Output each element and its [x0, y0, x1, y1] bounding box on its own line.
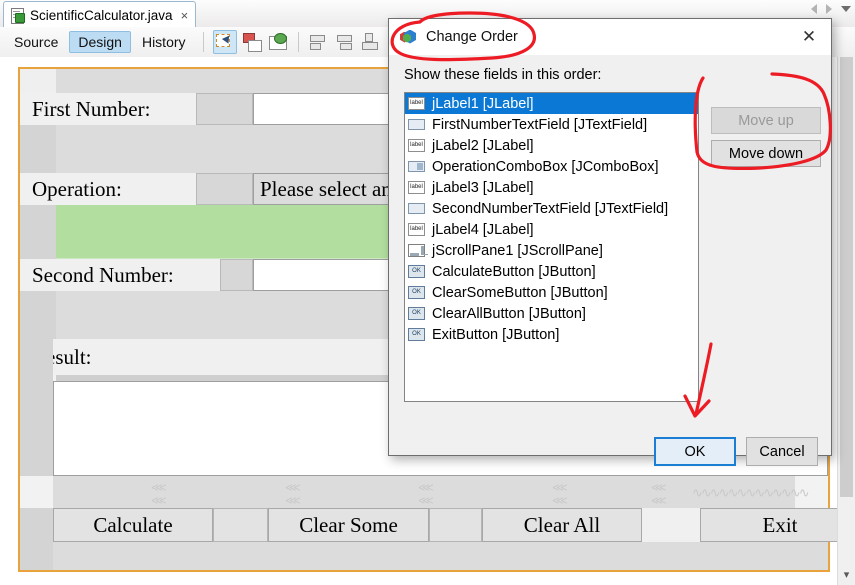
- list-item-label: jLabel4 [JLabel]: [432, 221, 534, 238]
- list-item[interactable]: OK CalculateButton [JButton]: [405, 261, 698, 282]
- list-item[interactable]: OperationComboBox [JComboBox]: [405, 156, 698, 177]
- button-gap-3: [642, 508, 700, 542]
- spring-glyph-1: ⋘ ⋘: [151, 482, 167, 507]
- spring-glyph-3: ⋘ ⋘: [418, 482, 434, 507]
- list-item-label: jLabel2 [JLabel]: [432, 137, 534, 154]
- align-left-icon[interactable]: [308, 31, 330, 53]
- connection-mode-icon[interactable]: [241, 31, 263, 53]
- list-item[interactable]: label jLabel2 [JLabel]: [405, 135, 698, 156]
- list-item-label: ClearSomeButton [JButton]: [432, 284, 608, 301]
- design-vertical-scrollbar[interactable]: ▾: [837, 57, 855, 585]
- jlabel-icon: label: [408, 222, 425, 237]
- list-item-label: jLabel3 [JLabel]: [432, 179, 534, 196]
- clear-all-button[interactable]: Clear All: [482, 508, 642, 542]
- jcombobox-icon: [408, 160, 425, 174]
- list-item[interactable]: FirstNumberTextField [JTextField]: [405, 114, 698, 135]
- list-item[interactable]: OK ClearSomeButton [JButton]: [405, 282, 698, 303]
- list-item-label: FirstNumberTextField [JTextField]: [432, 116, 648, 133]
- close-icon[interactable]: ✕: [787, 19, 831, 55]
- list-item[interactable]: OK ExitButton [JButton]: [405, 324, 698, 345]
- spring-glyph-5: ⋘ ⋘: [651, 482, 667, 507]
- jlabel-icon: label: [408, 138, 425, 153]
- netbeans-cube-icon: [400, 29, 417, 46]
- list-item[interactable]: label jLabel1 [JLabel]: [405, 93, 698, 114]
- list-item-label: jLabel1 [JLabel]: [432, 95, 534, 112]
- list-item-label: SecondNumberTextField [JTextField]: [432, 200, 669, 217]
- list-item-label: ClearAllButton [JButton]: [432, 305, 586, 322]
- jlabel-icon: label: [408, 96, 425, 111]
- button-gap-1: [213, 508, 268, 542]
- list-item[interactable]: jScrollPane1 [JScrollPane]: [405, 240, 698, 261]
- cancel-button[interactable]: Cancel: [746, 437, 818, 466]
- gap-cell-2: [196, 173, 253, 205]
- left-gutter-2: [20, 205, 56, 259]
- list-item[interactable]: OK ClearAllButton [JButton]: [405, 303, 698, 324]
- selection-mode-icon[interactable]: [212, 30, 237, 54]
- tab-design[interactable]: Design: [69, 31, 131, 53]
- close-icon[interactable]: ×: [181, 9, 189, 22]
- spring-glyph-4: ⋘ ⋘: [552, 482, 568, 507]
- left-gutter-5: [20, 508, 53, 570]
- scrollbar-thumb[interactable]: [840, 57, 853, 497]
- file-tab-label: ScientificCalculator.java: [30, 7, 173, 23]
- field-order-list[interactable]: label jLabel1 [JLabel] FirstNumberTextFi…: [404, 92, 699, 402]
- list-item-label: CalculateButton [JButton]: [432, 263, 596, 280]
- file-tab-scientificcalculator[interactable]: ScientificCalculator.java ×: [3, 1, 197, 28]
- dialog-prompt: Show these fields in this order:: [404, 67, 602, 83]
- exit-button[interactable]: Exit: [700, 508, 855, 542]
- left-gutter-1: [20, 125, 56, 173]
- label-first-number[interactable]: First Number:: [20, 93, 196, 125]
- scroll-right-arrow-icon[interactable]: [826, 4, 832, 14]
- dialog-title: Change Order: [426, 29, 518, 45]
- tab-history[interactable]: History: [133, 31, 195, 53]
- clear-some-button[interactable]: Clear Some: [268, 508, 429, 542]
- ok-button[interactable]: OK: [654, 437, 736, 466]
- spring-glyph-2: ⋘ ⋘: [285, 482, 301, 507]
- jbutton-icon: OK: [408, 327, 425, 342]
- gap-cell-3: [220, 259, 253, 291]
- move-down-button[interactable]: Move down: [711, 140, 821, 167]
- tab-list-dropdown-icon[interactable]: [841, 6, 851, 12]
- list-item[interactable]: label jLabel3 [JLabel]: [405, 177, 698, 198]
- jbutton-icon: OK: [408, 285, 425, 300]
- scroll-down-arrow-icon[interactable]: ▾: [838, 566, 855, 583]
- list-item-label: ExitButton [JButton]: [432, 326, 560, 343]
- dialog-body: Show these fields in this order: label j…: [389, 55, 831, 466]
- spacer-bottom: [53, 542, 828, 570]
- corner-cell: [20, 69, 56, 93]
- jbutton-icon: OK: [408, 306, 425, 321]
- toolbar-separator: [202, 32, 204, 52]
- list-item-label: jScrollPane1 [JScrollPane]: [432, 242, 603, 259]
- toolbar-separator-2: [297, 32, 299, 52]
- tab-nav-controls: [811, 4, 851, 14]
- jbutton-icon: OK: [408, 264, 425, 279]
- jlabel-icon: label: [408, 180, 425, 195]
- label-operation[interactable]: Operation:: [20, 173, 196, 205]
- change-order-dialog[interactable]: Change Order ✕ Show these fields in this…: [388, 18, 832, 466]
- move-up-button[interactable]: Move up: [711, 107, 821, 134]
- calculate-button[interactable]: Calculate: [53, 508, 213, 542]
- button-gap-2: [429, 508, 482, 542]
- left-gutter-4: [20, 339, 53, 476]
- label-second-number[interactable]: Second Number:: [20, 259, 220, 291]
- spring-glyph-6: ∿∿∿∿∿∿∿∿∿∿∿∿∿: [692, 485, 810, 500]
- jscrollpane-icon: [408, 243, 425, 258]
- view-tabs: Source Design History: [0, 27, 196, 57]
- list-item[interactable]: label jLabel4 [JLabel]: [405, 219, 698, 240]
- gap-cell-1: [196, 93, 253, 125]
- jtextfield-icon: [408, 202, 425, 216]
- java-file-icon: [10, 7, 25, 24]
- list-item[interactable]: SecondNumberTextField [JTextField]: [405, 198, 698, 219]
- tab-source[interactable]: Source: [5, 31, 67, 53]
- preview-design-icon[interactable]: [267, 31, 289, 53]
- left-gutter-3: [20, 291, 56, 339]
- dialog-title-bar: Change Order ✕: [389, 19, 831, 55]
- scroll-left-arrow-icon[interactable]: [811, 4, 817, 14]
- jtextfield-icon: [408, 118, 425, 132]
- align-middle-icon[interactable]: [360, 31, 382, 53]
- align-center-icon[interactable]: [334, 31, 356, 53]
- list-item-label: OperationComboBox [JComboBox]: [432, 158, 659, 175]
